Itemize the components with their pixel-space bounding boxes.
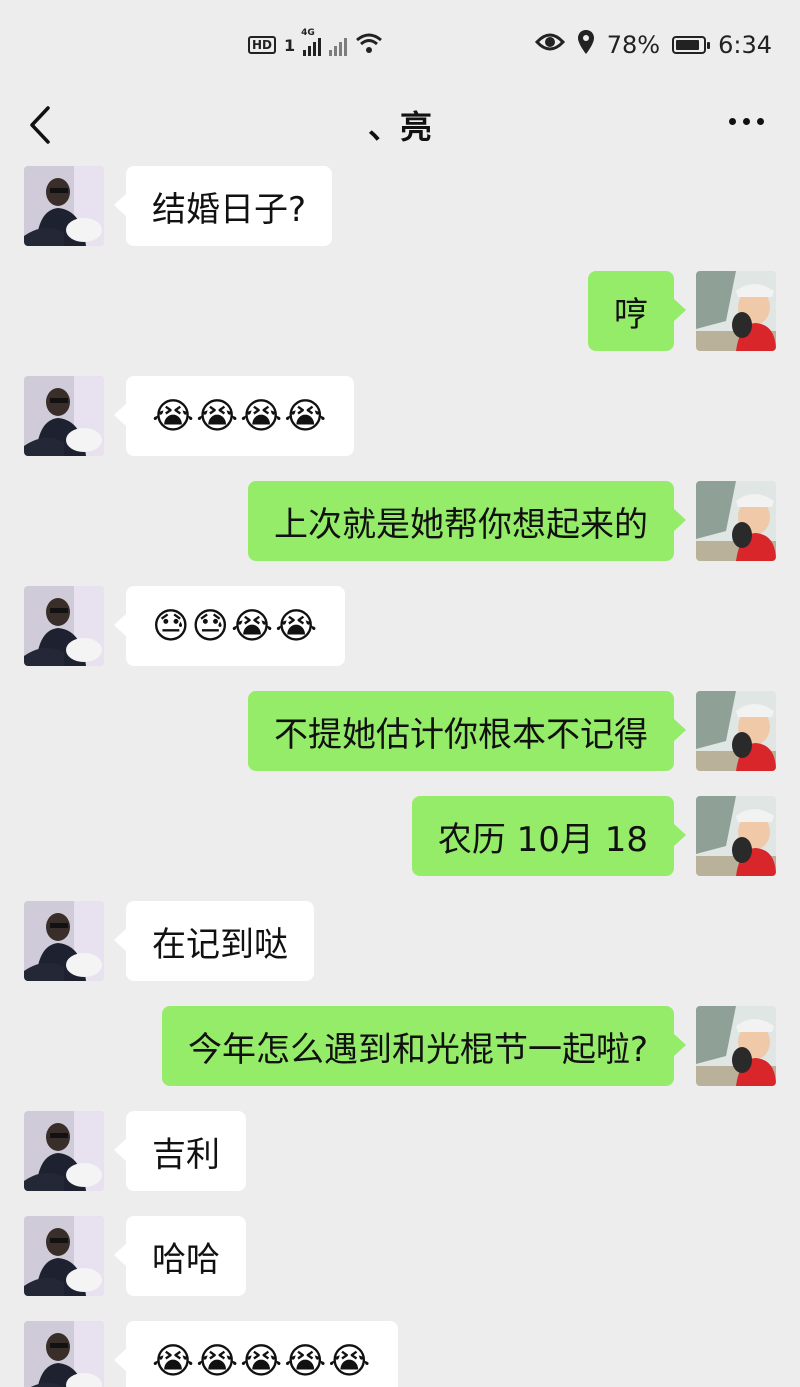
contact-avatar[interactable] xyxy=(24,166,104,246)
signal-icon: 4G xyxy=(301,28,322,56)
wifi-icon xyxy=(355,32,383,58)
message-bubble[interactable]: 😭😭😭😭 xyxy=(113,376,355,456)
eye-icon xyxy=(534,31,565,59)
message-bubble[interactable]: 不提她估计你根本不记得 xyxy=(248,691,686,771)
message-bubble[interactable]: 在记到哒 xyxy=(114,901,314,981)
status-indicators-right: 78% 6:34 xyxy=(534,28,772,62)
location-icon xyxy=(577,29,595,61)
clock: 6:34 xyxy=(718,31,772,59)
message-bubble[interactable]: 农历 10月 18 xyxy=(411,796,687,876)
message-bubble[interactable]: 😭😭😭😭😭 xyxy=(113,1321,399,1387)
contact-avatar[interactable] xyxy=(24,901,104,981)
message-bubble[interactable]: 😓😓😭😭 xyxy=(113,586,346,666)
chat-title: 、亮 xyxy=(367,108,432,146)
status-bar: HD 1 4G 78% 6:34 xyxy=(0,0,800,90)
message-bubble[interactable]: 上次就是她帮你想起来的 xyxy=(248,481,686,561)
contact-avatar[interactable] xyxy=(24,586,104,666)
user-avatar[interactable] xyxy=(696,691,776,771)
sim-index: 1 xyxy=(284,35,296,55)
message-bubble[interactable]: 吉利 xyxy=(114,1111,246,1191)
battery-percent: 78% xyxy=(606,31,661,59)
user-avatar[interactable] xyxy=(696,481,776,561)
user-avatar[interactable] xyxy=(696,1006,776,1086)
user-avatar[interactable] xyxy=(696,271,776,351)
network-type: 4G xyxy=(301,28,315,38)
message-list[interactable]: 结婚日子? 哼 😭😭😭😭 上次就是她帮你想起来的 😓😓😭😭 不提她估计你根本不记… xyxy=(0,160,800,1387)
contact-avatar[interactable] xyxy=(24,1111,104,1191)
contact-avatar[interactable] xyxy=(24,376,104,456)
message-bubble[interactable]: 哼 xyxy=(588,271,686,351)
hd-badge: HD xyxy=(248,36,277,54)
battery-icon xyxy=(672,36,711,54)
message-bubble[interactable]: 结婚日子? xyxy=(113,166,333,246)
user-avatar[interactable] xyxy=(696,796,776,876)
signal-icon-secondary xyxy=(329,34,348,56)
status-indicators-left: HD 1 4G xyxy=(248,28,383,60)
chat-header: 、亮 xyxy=(0,90,800,160)
message-bubble[interactable]: 今年怎么遇到和光棍节一起啦? xyxy=(161,1006,687,1086)
contact-avatar[interactable] xyxy=(24,1321,104,1387)
more-options-icon[interactable] xyxy=(729,118,764,125)
contact-avatar[interactable] xyxy=(24,1216,104,1296)
message-bubble[interactable]: 哈哈 xyxy=(114,1216,246,1296)
